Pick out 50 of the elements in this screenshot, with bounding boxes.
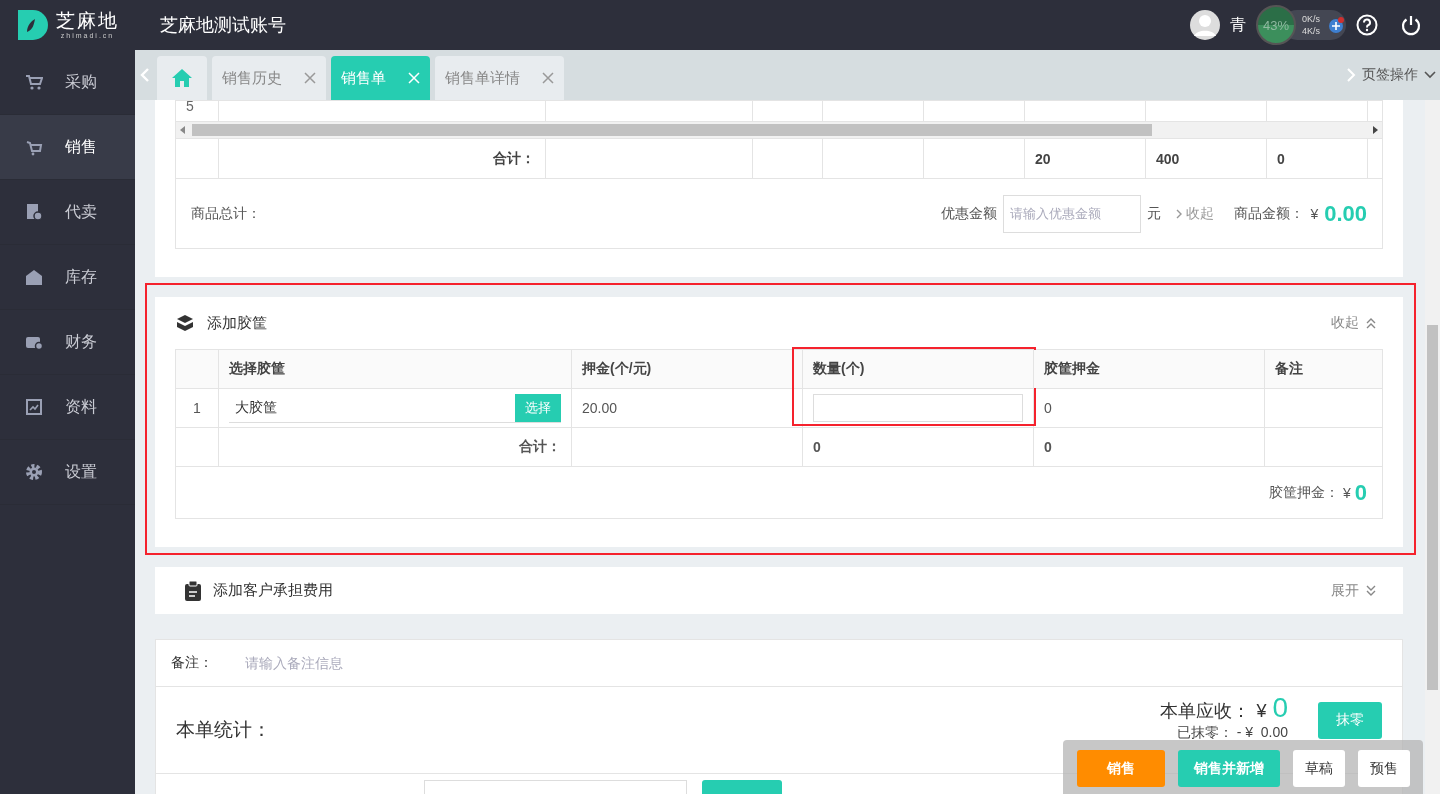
amount-label: 商品金额： (1234, 204, 1305, 223)
account-name: 芝麻地测试账号 (160, 14, 286, 37)
remarks-label: 备注： (171, 654, 213, 672)
goods-total-label: 商品总计： (191, 204, 261, 223)
goods-amount: 0.00 (1324, 200, 1367, 227)
column-header: 选择胶筐 (218, 349, 572, 389)
action-button[interactable]: 预售 (1358, 750, 1410, 787)
table-cell: 0 (802, 427, 1034, 467)
receivable-amount: 0 (1272, 692, 1288, 724)
table-cell: 20 (1024, 138, 1146, 179)
section-title: 添加胶筐 (207, 313, 267, 333)
action-button[interactable]: 草稿 (1293, 750, 1345, 787)
total-label: 合计： (218, 427, 572, 467)
table-cell: 0 (1033, 427, 1265, 467)
table-cell: 20.00 (571, 388, 803, 428)
download-speed: 4K/s (1302, 25, 1320, 37)
stats-title: 本单统计： (176, 718, 271, 742)
total-label: 合计： (218, 138, 546, 179)
currency-sign: ¥ (1342, 484, 1351, 501)
section-title: 添加客户承担费用 (213, 581, 333, 600)
tab-actions-menu[interactable]: 页签操作 (1340, 65, 1440, 85)
page-tab[interactable]: 销售历史 (212, 56, 326, 100)
discount-label: 优惠金额 (941, 204, 998, 223)
upload-speed: 0K/s (1302, 13, 1320, 25)
crate-name: 大胶筐 (234, 398, 278, 417)
column-header: 备注 (1264, 349, 1383, 389)
rounded-amount: - ¥ 0.00 (1236, 724, 1288, 740)
logo-text: 芝麻地 (56, 10, 119, 31)
sidebar-item[interactable]: 销售 (0, 115, 135, 180)
table-cell: 0 (1033, 388, 1265, 428)
table-cell: 0 (1266, 138, 1368, 179)
receivable-label: 本单应收： (1160, 700, 1251, 723)
row-number: 5 (175, 100, 219, 122)
rounded-label: 已抹零： (1176, 724, 1233, 740)
deposit-amount: 0 (1354, 479, 1367, 506)
expand-toggle[interactable]: 展开 (1325, 580, 1383, 601)
usage-ball: 43% (1256, 5, 1296, 45)
collapse-link[interactable]: 收起 (1175, 204, 1215, 223)
column-header: 押金(个/元) (571, 349, 803, 389)
collapse-toggle[interactable]: 收起 (1325, 313, 1383, 333)
page-tab[interactable]: 销售单详情 (435, 56, 564, 100)
currency-sign: ¥ (1256, 701, 1267, 722)
user-name: 青 (1230, 14, 1246, 35)
row-number: 1 (175, 388, 219, 428)
column-header: 胶筐押金 (1033, 349, 1265, 389)
currency-sign: ¥ (1310, 205, 1319, 222)
table-cell: 400 (1145, 138, 1267, 179)
deposit-label: 胶筐押金： (1268, 483, 1339, 502)
discount-field[interactable]: 请输入优惠金额 (1003, 194, 1142, 233)
unit-label: 元 (1147, 204, 1162, 223)
